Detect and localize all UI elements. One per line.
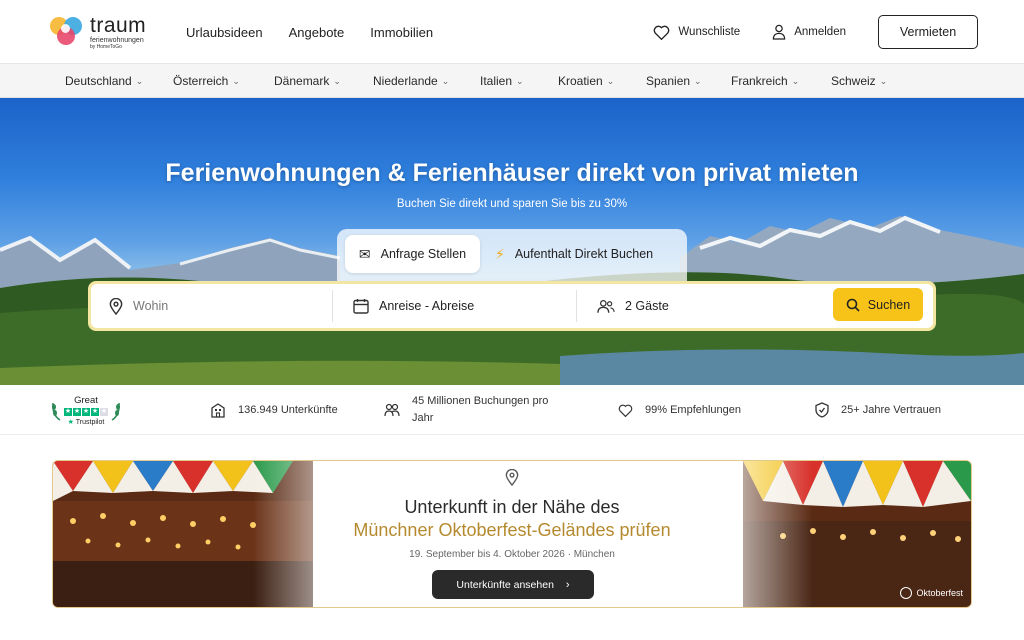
user-icon	[772, 24, 786, 40]
heart-icon	[618, 404, 633, 417]
country-tab-daenemark[interactable]: Dänemark ⌄	[274, 64, 341, 98]
stat-recommendations: 99% Empfehlungen	[618, 385, 741, 435]
dates-input[interactable]: Anreise - Abreise	[353, 284, 573, 328]
country-tab-deutschland[interactable]: Deutschland ⌄	[65, 64, 143, 98]
brand-logo[interactable]: traum ferienwohnungen by HomeToGo	[50, 12, 160, 52]
location-pin-icon	[53, 468, 971, 491]
search-divider	[576, 290, 577, 322]
search-divider	[332, 290, 333, 322]
stat-accommodations: 136.949 Unterkünfte	[210, 385, 338, 435]
header-actions: Wunschliste Anmelden Vermieten	[653, 0, 978, 64]
chevron-down-icon: ⌄	[232, 75, 240, 86]
booking-mode-tabs: ✉ Anfrage Stellen ⚡ Aufenthalt Direkt Bu…	[337, 229, 687, 281]
star-icon: ★	[82, 408, 90, 416]
view-accommodations-button[interactable]: Unterkünfte ansehen ›	[432, 570, 594, 599]
wishlist-label: Wunschliste	[678, 26, 741, 38]
oktoberfest-banner[interactable]: Unterkunft in der Nähe des Münchner Okto…	[52, 460, 972, 608]
star-icon: ★	[91, 408, 99, 416]
country-tab-schweiz[interactable]: Schweiz ⌄	[831, 64, 887, 98]
oktoberfest-logo-icon	[900, 587, 913, 599]
country-tab-frankreich[interactable]: Frankreich ⌄	[731, 64, 799, 98]
star-icon: ★	[64, 408, 72, 416]
banner-date: 19. September bis 4. Oktober 2026 · Münc…	[409, 549, 615, 560]
country-tab-italien[interactable]: Italien ⌄	[480, 64, 524, 98]
stat-bookings: 45 Millionen Buchungen pro Jahr	[384, 385, 574, 435]
location-pin-icon	[109, 297, 123, 315]
chevron-down-icon: ⌄	[516, 75, 524, 86]
login-link[interactable]: Anmelden	[772, 24, 846, 40]
login-label: Anmelden	[794, 26, 846, 38]
building-icon	[211, 403, 225, 418]
trustpilot-badge[interactable]: Great ★ ★ ★ ★ ★ ★ Trustpilot	[50, 393, 122, 427]
trustpilot-rating: Great	[74, 395, 98, 406]
country-tab-oesterreich[interactable]: Österreich ⌄	[173, 64, 240, 98]
country-nav: Deutschland ⌄ Österreich ⌄ Dänemark ⌄ Niede…	[0, 64, 1024, 98]
heart-icon	[654, 25, 670, 40]
stat-trust-years: 25+ Jahre Vertrauen	[815, 385, 941, 435]
star-icon: ★	[73, 408, 81, 416]
main-nav: Urlaubsideen Angebote Immobilien	[186, 0, 433, 64]
destination-input[interactable]: Wohin	[109, 284, 329, 328]
trust-stats-strip: Great ★ ★ ★ ★ ★ ★ Trustpilot 136.949 Unterkü…	[0, 385, 1024, 435]
country-tab-niederlande[interactable]: Niederlande ⌄	[373, 64, 449, 98]
search-icon	[846, 298, 860, 312]
lightning-icon: ⚡	[495, 245, 505, 262]
logo-wordmark: traum	[90, 13, 147, 37]
envelope-icon: ✉	[358, 245, 371, 262]
nav-link-urlaubsideen[interactable]: Urlaubsideen	[186, 25, 263, 40]
chevron-down-icon: ⌄	[791, 75, 800, 86]
chevron-down-icon: ⌄	[441, 75, 450, 86]
hero-title: Ferienwohnungen & Ferienhäuser direkt vo…	[165, 159, 859, 187]
oktoberfest-watermark: Oktoberfest	[900, 587, 963, 599]
chevron-down-icon: ⌄	[606, 75, 615, 86]
chevron-down-icon: ⌄	[333, 75, 341, 86]
hero-section: Ferienwohnungen & Ferienhäuser direkt vo…	[0, 98, 1024, 385]
country-tab-kroatien[interactable]: Kroatien ⌄	[558, 64, 614, 98]
shield-icon	[815, 402, 829, 418]
chevron-down-icon: ⌄	[879, 75, 888, 86]
wishlist-link[interactable]: Wunschliste	[653, 25, 740, 40]
chevron-down-icon: ⌄	[135, 75, 144, 86]
logo-mark-icon	[50, 15, 84, 49]
guests-selector[interactable]: 2 Gäste	[597, 284, 797, 328]
calendar-icon	[353, 299, 369, 314]
nav-link-immobilien[interactable]: Immobilien	[370, 25, 433, 40]
banner-title-line2: Münchner Oktoberfest-Geländes prüfen	[353, 520, 671, 540]
people-icon	[384, 403, 400, 417]
site-header: traum ferienwohnungen by HomeToGo Urlaub…	[0, 0, 1024, 64]
trustpilot-stars: ★ ★ ★ ★ ★	[64, 408, 108, 416]
search-bar: Wohin Anreise - Abreise 2 Gäste Suchen	[88, 281, 936, 331]
rent-out-button[interactable]: Vermieten	[878, 15, 978, 49]
tab-direkt-buchen[interactable]: ⚡ Aufenthalt Direkt Buchen	[495, 235, 675, 273]
star-icon: ★	[100, 408, 108, 416]
search-button[interactable]: Suchen	[833, 288, 923, 321]
banner-title-line1: Unterkunft in der Nähe des	[404, 497, 620, 517]
nav-link-angebote[interactable]: Angebote	[289, 25, 345, 40]
guests-icon	[597, 299, 615, 313]
chevron-right-icon: ›	[565, 578, 570, 591]
country-tab-spanien[interactable]: Spanien ⌄	[646, 64, 702, 98]
hero-subtitle: Buchen Sie direkt und sparen Sie bis zu …	[396, 198, 628, 210]
chevron-down-icon: ⌄	[694, 75, 702, 86]
logo-byline: by HomeToGo	[90, 43, 122, 50]
logo-subtitle: ferienwohnungen	[90, 36, 144, 44]
tab-anfrage-stellen[interactable]: ✉ Anfrage Stellen	[345, 235, 480, 273]
trustpilot-brand: ★ Trustpilot	[67, 419, 105, 426]
